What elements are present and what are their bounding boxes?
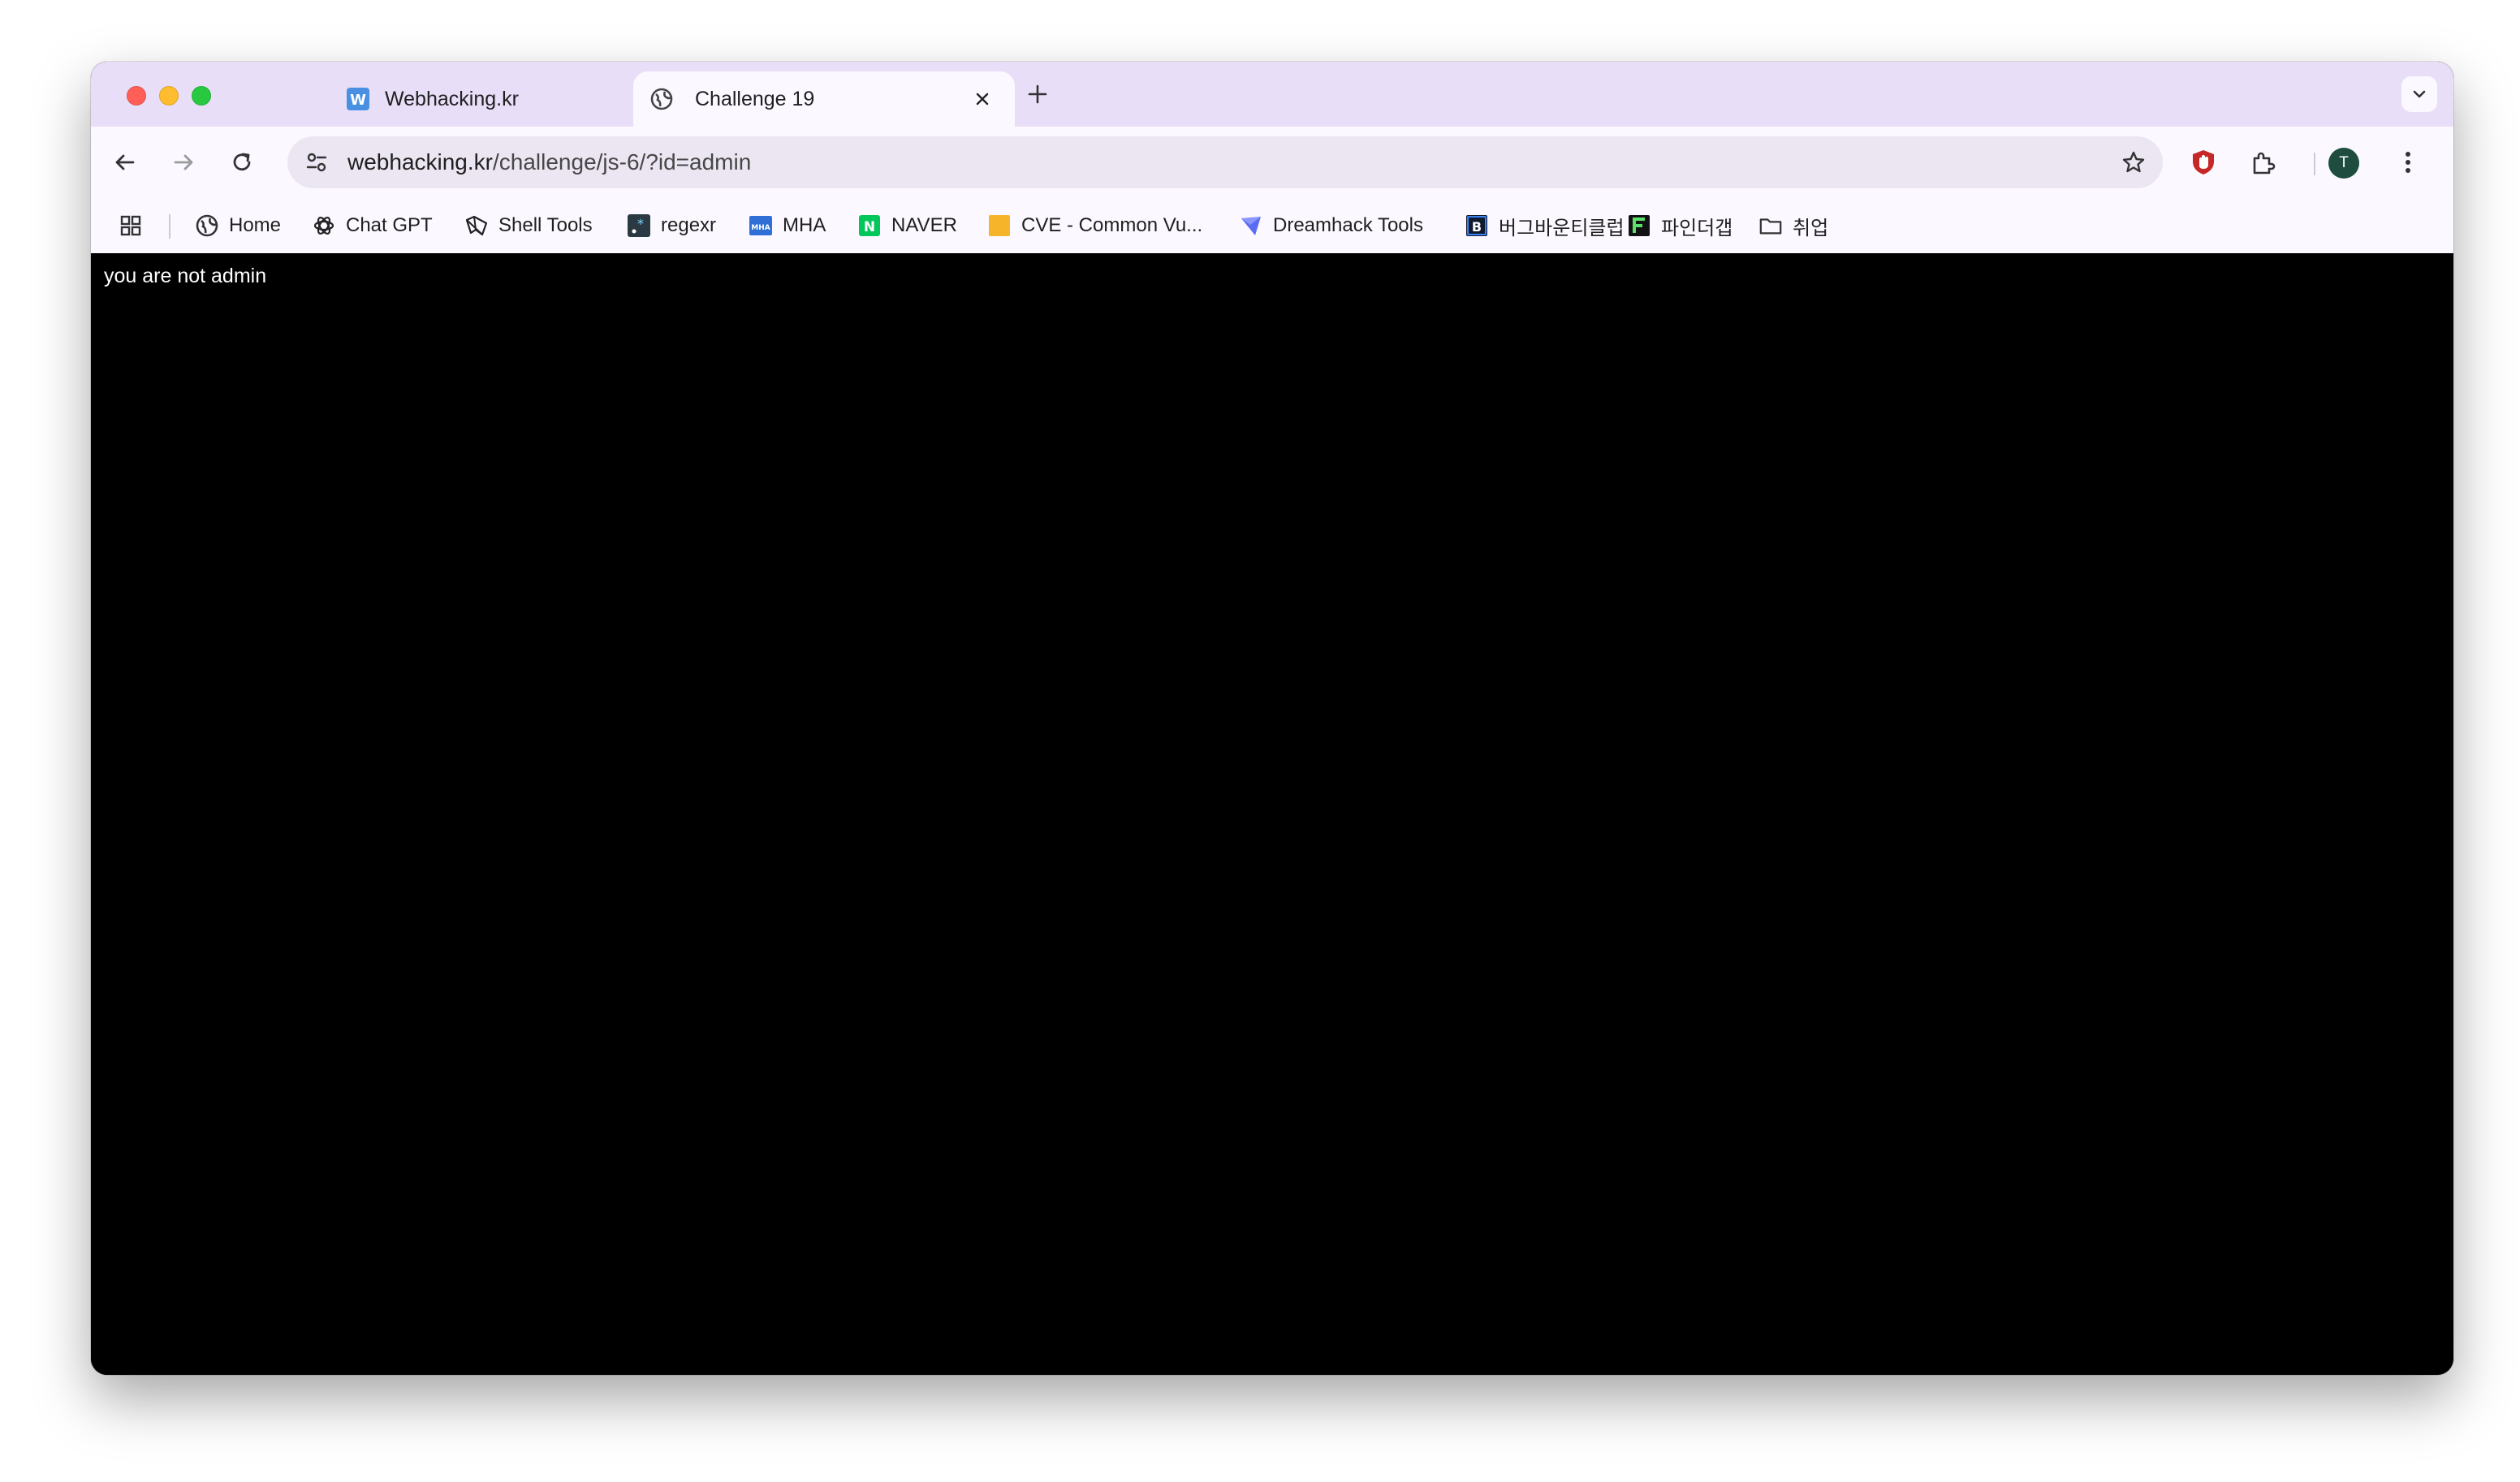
- mha-icon: MHA: [749, 213, 773, 238]
- reload-icon: [233, 153, 251, 171]
- tab-strip: W Webhacking.kr Challenge 19: [91, 62, 2453, 127]
- folder-icon: [1758, 213, 1783, 238]
- page-content: you are not admin: [91, 253, 2453, 1375]
- bookmark-naver[interactable]: N NAVER: [857, 209, 957, 242]
- menu-kebab-icon[interactable]: [2390, 144, 2426, 180]
- dreamhack-icon: [1239, 213, 1263, 238]
- toolbar: webhacking.kr/challenge/js-6/?id=admin T: [91, 127, 2453, 198]
- bookmark-label: regexr: [661, 214, 717, 236]
- new-tab-button[interactable]: [1023, 80, 1052, 109]
- w-logo-icon: W: [346, 87, 370, 111]
- bookmark-findthegap[interactable]: 파인더갭: [1627, 209, 1732, 242]
- bookmark-bugbounty-club[interactable]: B 버그바운티클럽: [1465, 209, 1625, 242]
- bookmark-shell-tools[interactable]: Shell Tools: [464, 209, 593, 242]
- profile-avatar[interactable]: T: [2328, 148, 2359, 179]
- url-path: /challenge/js-6/?id=admin: [492, 149, 752, 174]
- bookmark-folder-jobs[interactable]: 취업: [1758, 209, 1828, 242]
- bookmark-label: 파인더갭: [1661, 217, 1733, 239]
- tab-title: Webhacking.kr: [385, 88, 519, 110]
- apps-grid-icon: [119, 213, 143, 238]
- regexr-icon: *: [627, 213, 651, 238]
- extension-ublock-icon[interactable]: [2186, 144, 2221, 180]
- bookmark-star-icon[interactable]: [2117, 146, 2150, 179]
- shell-tools-icon: [464, 213, 489, 238]
- back-button[interactable]: [109, 146, 141, 179]
- bookmark-label: NAVER: [891, 214, 957, 236]
- svg-text:*: *: [636, 216, 645, 231]
- bookmark-cve[interactable]: CVE - Common Vu...: [987, 209, 1202, 242]
- arrow-left-icon: [115, 154, 135, 170]
- bookmark-chat-gpt[interactable]: Chat GPT: [312, 209, 433, 242]
- tab-title: Challenge 19: [695, 88, 815, 110]
- site-info-icon[interactable]: [300, 146, 333, 179]
- globe-icon: [649, 87, 674, 111]
- browser-window: W Webhacking.kr Challenge 19 webhacking.…: [91, 62, 2453, 1375]
- naver-icon: N: [857, 213, 882, 238]
- tab-search-button[interactable]: [2401, 76, 2437, 112]
- zoom-window-button[interactable]: [192, 86, 211, 106]
- svg-text:W: W: [350, 92, 366, 109]
- bookmark-label: 취업: [1793, 217, 1829, 239]
- globe-icon: [195, 213, 219, 238]
- svg-text:MHA: MHA: [751, 224, 770, 232]
- tab-challenge-19[interactable]: Challenge 19: [633, 71, 1015, 127]
- close-tab-icon[interactable]: [969, 86, 995, 112]
- address-bar[interactable]: webhacking.kr/challenge/js-6/?id=admin: [287, 136, 2163, 188]
- svg-text:B: B: [1472, 219, 1482, 235]
- findthegap-icon: [1627, 213, 1651, 238]
- status-message: you are not admin: [104, 265, 267, 287]
- bookmark-label: Shell Tools: [498, 214, 593, 236]
- bookmarks-separator: [169, 214, 170, 239]
- plus-icon: [1028, 84, 1047, 104]
- cve-icon: [987, 213, 1012, 238]
- toolbar-separator: [2314, 153, 2315, 175]
- bookmark-label: Dreamhack Tools: [1273, 214, 1423, 236]
- chevron-down-icon: [2413, 90, 2426, 98]
- apps-button[interactable]: [119, 209, 143, 242]
- close-window-button[interactable]: [127, 86, 146, 106]
- svg-text:N: N: [864, 219, 875, 235]
- bookmark-label: Chat GPT: [346, 214, 433, 236]
- url-host: webhacking.kr: [347, 149, 493, 174]
- forward-button[interactable]: [167, 146, 200, 179]
- bookmark-label: Home: [229, 214, 282, 236]
- bookmark-mha[interactable]: MHA MHA: [749, 209, 826, 242]
- bookmark-home[interactable]: Home: [195, 209, 281, 242]
- minimize-window-button[interactable]: [159, 86, 179, 106]
- bookmarks-bar: Home Chat GPT Shell Tools * regexr MHA M…: [91, 198, 2453, 253]
- bugbounty-icon: B: [1465, 213, 1489, 238]
- openai-icon: [312, 213, 336, 238]
- bookmark-label: MHA: [783, 214, 826, 236]
- bookmark-label: CVE - Common Vu...: [1021, 214, 1203, 236]
- bookmark-label: 버그바운티클럽: [1499, 217, 1625, 239]
- arrow-right-icon: [174, 154, 193, 170]
- url-text[interactable]: webhacking.kr/challenge/js-6/?id=admin: [347, 149, 751, 175]
- bookmark-regexr[interactable]: * regexr: [627, 209, 716, 242]
- bookmark-dreamhack-tools[interactable]: Dreamhack Tools: [1239, 209, 1423, 242]
- reload-button[interactable]: [226, 146, 258, 179]
- extensions-puzzle-icon[interactable]: [2246, 144, 2281, 180]
